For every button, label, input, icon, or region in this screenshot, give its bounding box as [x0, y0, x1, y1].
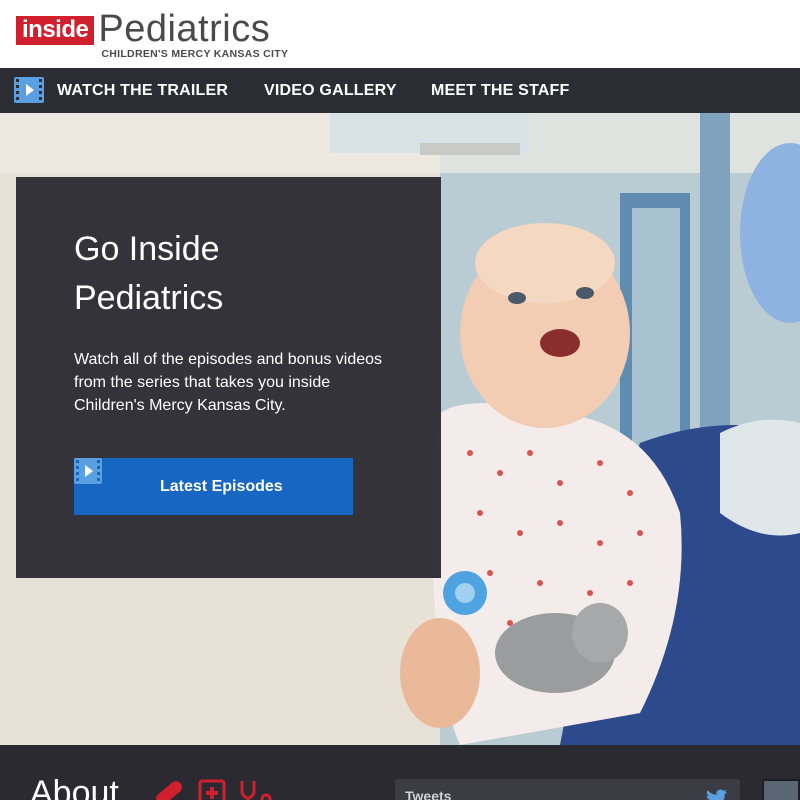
hero-panel: Go Inside Pediatrics Watch all of the ep… [16, 177, 441, 578]
logo-pediatrics-text: Pediatrics [98, 8, 271, 50]
nav-watch-trailer[interactable]: WATCH THE TRAILER [57, 68, 228, 113]
tweets-label: Tweets [405, 788, 452, 800]
latest-episodes-button[interactable]: Latest Episodes [74, 458, 353, 515]
about-icons [156, 779, 272, 800]
about-heading: About [30, 774, 119, 800]
hero-title-line2: Pediatrics [74, 279, 224, 317]
hero-title-line1: Go Inside [74, 230, 220, 268]
nav-video-gallery[interactable]: VIDEO GALLERY [264, 68, 397, 113]
about-section: About Tweets [0, 745, 800, 800]
medical-chart-icon [198, 779, 226, 800]
site-logo[interactable]: inside Pediatrics CHILDREN'S MERCY KANSA… [16, 10, 288, 60]
hero-title: Go Inside Pediatrics [74, 225, 414, 323]
film-icon [74, 458, 102, 484]
hero-section: Go Inside Pediatrics Watch all of the ep… [0, 113, 800, 745]
site-header: inside Pediatrics CHILDREN'S MERCY KANSA… [0, 0, 800, 68]
film-icon[interactable] [14, 77, 44, 103]
latest-episodes-label: Latest Episodes [160, 478, 283, 495]
nav-meet-staff[interactable]: MEET THE STAFF [431, 68, 570, 113]
side-thumbnail[interactable] [762, 779, 800, 800]
stethoscope-icon [240, 781, 272, 800]
logo-inside-text: inside [16, 16, 95, 45]
logo-subtitle: CHILDREN'S MERCY KANSAS CITY [101, 48, 289, 60]
twitter-icon[interactable] [706, 789, 728, 800]
logo-wordmark: Pediatrics CHILDREN'S MERCY KANSAS CITY [98, 10, 288, 60]
bandage-icon [156, 781, 182, 800]
main-nav: WATCH THE TRAILER VIDEO GALLERY MEET THE… [0, 68, 800, 113]
hero-description: Watch all of the episodes and bonus vide… [74, 351, 383, 414]
tweets-widget[interactable]: Tweets [395, 779, 740, 800]
